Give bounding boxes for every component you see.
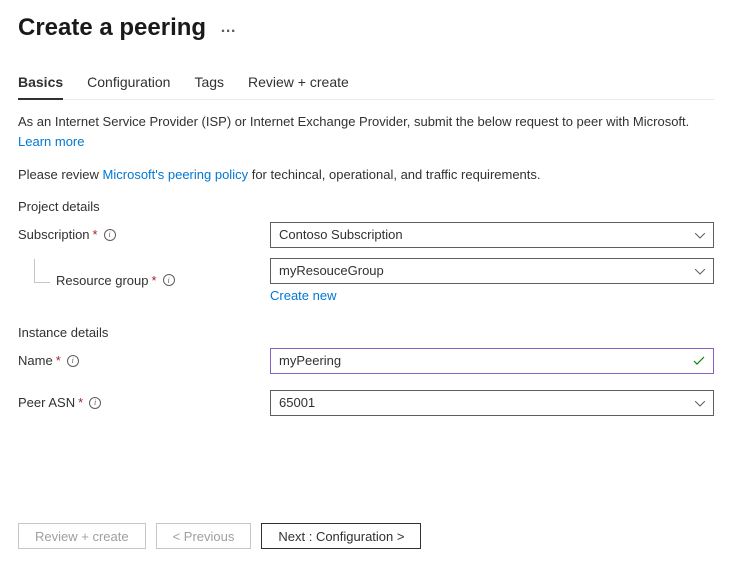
tab-review-create[interactable]: Review + create <box>248 66 349 99</box>
label-resource-group-text: Resource group <box>56 273 149 288</box>
chevron-down-icon <box>695 395 705 410</box>
policy-prefix: Please review <box>18 167 103 182</box>
resource-group-select[interactable]: myResouceGroup <box>270 258 714 284</box>
policy-text: Please review Microsoft's peering policy… <box>18 165 714 185</box>
intro-text: As an Internet Service Provider (ISP) or… <box>18 112 714 151</box>
tab-basics[interactable]: Basics <box>18 66 63 100</box>
chevron-down-icon <box>695 227 705 242</box>
previous-button[interactable]: < Previous <box>156 523 252 549</box>
peer-asn-value: 65001 <box>279 395 315 410</box>
info-icon[interactable]: i <box>163 274 175 286</box>
row-subscription: Subscription * i Contoso Subscription <box>18 222 714 248</box>
required-indicator: * <box>56 353 61 368</box>
chevron-down-icon <box>695 263 705 278</box>
subscription-value: Contoso Subscription <box>279 227 403 242</box>
row-peer-asn: Peer ASN * i 65001 <box>18 390 714 416</box>
label-name: Name * i <box>18 353 270 368</box>
policy-suffix: for techincal, operational, and traffic … <box>248 167 540 182</box>
peering-policy-link[interactable]: Microsoft's peering policy <box>103 167 249 182</box>
label-subscription: Subscription * i <box>18 227 270 242</box>
required-indicator: * <box>93 227 98 242</box>
info-icon[interactable]: i <box>89 397 101 409</box>
peer-asn-select[interactable]: 65001 <box>270 390 714 416</box>
label-resource-group: Resource group * i <box>18 273 270 288</box>
resource-group-value: myResouceGroup <box>279 263 384 278</box>
row-name: Name * i myPeering <box>18 348 714 374</box>
section-project-details: Project details <box>18 199 714 214</box>
page-title-text: Create a peering <box>18 14 206 42</box>
row-resource-group: Resource group * i myResouceGroup Create… <box>18 258 714 303</box>
button-bar: Review + create < Previous Next : Config… <box>18 523 421 549</box>
info-icon[interactable]: i <box>104 229 116 241</box>
subscription-select[interactable]: Contoso Subscription <box>270 222 714 248</box>
learn-more-link[interactable]: Learn more <box>18 134 84 149</box>
label-peer-asn: Peer ASN * i <box>18 395 270 410</box>
name-value: myPeering <box>279 353 341 368</box>
label-subscription-text: Subscription <box>18 227 90 242</box>
name-input[interactable]: myPeering <box>270 348 714 374</box>
create-new-link[interactable]: Create new <box>270 288 714 303</box>
review-create-button[interactable]: Review + create <box>18 523 146 549</box>
label-name-text: Name <box>18 353 53 368</box>
intro-line1: As an Internet Service Provider (ISP) or… <box>18 114 689 129</box>
more-actions-icon[interactable]: … <box>220 19 237 37</box>
label-peer-asn-text: Peer ASN <box>18 395 75 410</box>
page-title: Create a peering … <box>18 14 714 42</box>
check-icon <box>693 353 705 369</box>
info-icon[interactable]: i <box>67 355 79 367</box>
section-instance-details: Instance details <box>18 325 714 340</box>
tab-tags[interactable]: Tags <box>194 66 224 99</box>
tab-configuration[interactable]: Configuration <box>87 66 170 99</box>
next-button[interactable]: Next : Configuration > <box>261 523 421 549</box>
indent-line <box>34 259 50 283</box>
required-indicator: * <box>152 273 157 288</box>
required-indicator: * <box>78 395 83 410</box>
tabs: Basics Configuration Tags Review + creat… <box>18 66 714 100</box>
